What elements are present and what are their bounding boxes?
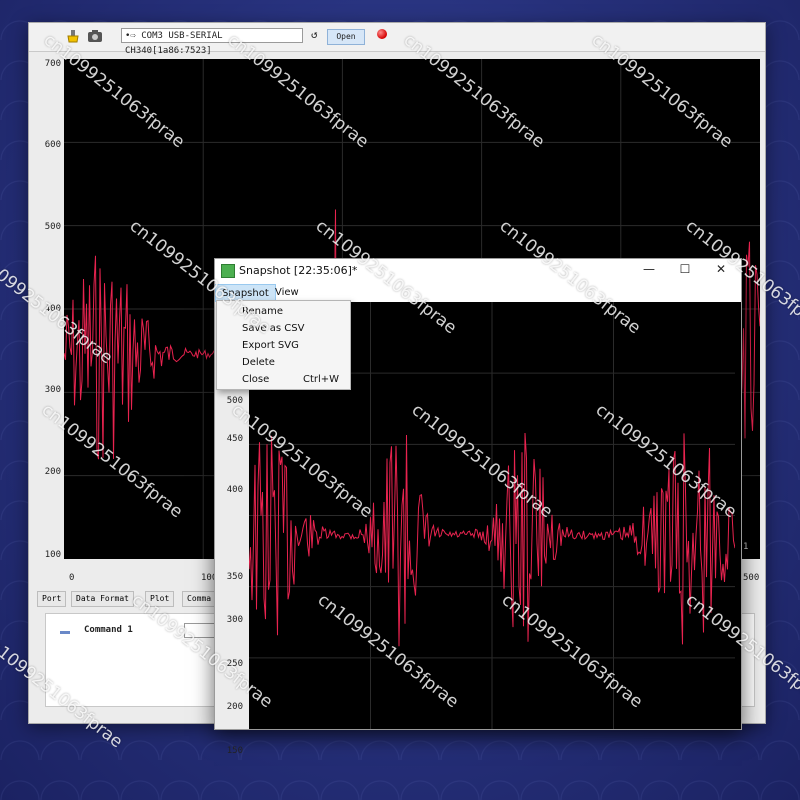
- y-tick-label: 500: [226, 396, 243, 406]
- camera-icon[interactable]: [87, 29, 103, 43]
- record-icon[interactable]: [377, 29, 387, 39]
- y-tick-label: 300: [44, 385, 61, 395]
- plot-partial-label: 1: [743, 542, 749, 552]
- y-tick-label: 700: [44, 59, 61, 69]
- tab-plot[interactable]: Plot: [145, 591, 175, 607]
- close-icon[interactable]: ✕: [711, 262, 731, 280]
- menu-item-label: Close: [242, 374, 270, 385]
- menu-item-label: Export SVG: [242, 340, 299, 351]
- snapshot-title: Snapshot [22:35:06]*: [239, 264, 358, 277]
- command-1-input[interactable]: [184, 623, 218, 638]
- y-tick-label: 400: [226, 485, 243, 495]
- open-button[interactable]: Open: [327, 29, 365, 45]
- snapshot-dropdown-menu: Rename Save as CSV Export SVG Delete Clo…: [216, 300, 351, 390]
- menu-item-label: Delete: [242, 357, 275, 368]
- menu-item-export-svg[interactable]: Export SVG: [217, 337, 350, 354]
- clear-brush-icon[interactable]: [65, 29, 81, 43]
- maximize-icon[interactable]: ☐: [675, 262, 695, 280]
- port-select[interactable]: •⇨ COM3 USB-SERIAL CH340[1a86:7523]: [121, 28, 303, 56]
- tab-commands[interactable]: Comma: [182, 591, 218, 607]
- menu-item-label: Save as CSV: [242, 323, 305, 334]
- y-tick-label: 200: [226, 702, 243, 712]
- y-tick-label: 450: [226, 434, 243, 444]
- menu-item-label: Rename: [242, 306, 284, 317]
- tab-data-format[interactable]: Data Format: [71, 591, 134, 607]
- refresh-icon[interactable]: ↺: [311, 28, 318, 41]
- tab-port[interactable]: Port: [37, 591, 67, 607]
- snapshot-titlebar[interactable]: Snapshot [22:35:06]* — ☐ ✕: [215, 259, 741, 284]
- menu-item-close[interactable]: Close Ctrl+W: [217, 371, 350, 388]
- y-tick-label: 100: [44, 550, 61, 560]
- app-icon: [221, 264, 235, 278]
- y-tick-label: 250: [226, 659, 243, 669]
- command-1-label: Command 1: [84, 625, 133, 635]
- y-tick-label: 150: [226, 746, 243, 756]
- command-color-icon: [60, 631, 70, 634]
- x-tick-label: 500: [743, 573, 760, 583]
- y-tick-label: 500: [44, 222, 61, 232]
- menu-item-rename[interactable]: Rename: [217, 303, 350, 320]
- y-tick-label: 600: [44, 140, 61, 150]
- menu-item-shortcut: Ctrl+W: [303, 374, 340, 385]
- x-tick-label: 0: [69, 573, 75, 583]
- menu-item-save-csv[interactable]: Save as CSV: [217, 320, 350, 337]
- y-tick-label: 200: [44, 467, 61, 477]
- toolbar: •⇨ COM3 USB-SERIAL CH340[1a86:7523] ↺ Op…: [29, 23, 765, 56]
- y-tick-label: 400: [44, 304, 61, 314]
- y-tick-label: 300: [226, 615, 243, 625]
- menu-item-delete[interactable]: Delete: [217, 354, 350, 371]
- y-tick-label: 350: [226, 572, 243, 582]
- minimize-icon[interactable]: —: [639, 262, 659, 280]
